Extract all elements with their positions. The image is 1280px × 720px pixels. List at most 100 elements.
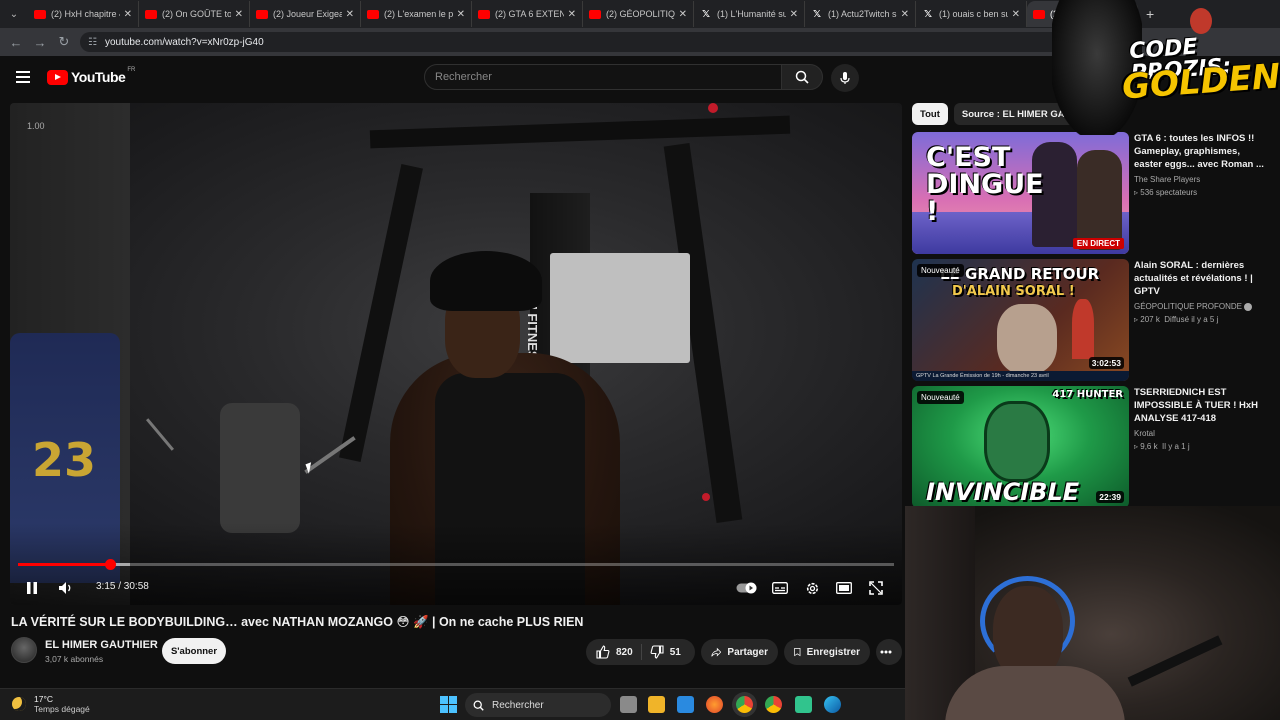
progress-bar[interactable] bbox=[18, 559, 894, 570]
subtitles-button[interactable] bbox=[770, 577, 790, 599]
tab-close-icon[interactable]: ✕ bbox=[346, 9, 354, 20]
subscribe-button[interactable]: S'abonner bbox=[162, 638, 226, 664]
forward-icon[interactable]: → bbox=[28, 35, 52, 50]
store-icon[interactable] bbox=[677, 696, 694, 713]
upload-age: Il y a 1 j bbox=[1162, 442, 1190, 451]
browser-tab[interactable]: (2) On GOÛTE tous ✕ bbox=[139, 1, 250, 27]
task-view-icon[interactable] bbox=[620, 696, 637, 713]
chip-all[interactable]: Tout bbox=[912, 103, 948, 125]
webcam-overlay bbox=[905, 506, 1280, 720]
tab-title: (2) L'examen le plus bbox=[384, 9, 453, 19]
voice-search-button[interactable] bbox=[831, 64, 859, 92]
tab-close-icon[interactable]: ✕ bbox=[457, 9, 465, 20]
scrubber-handle[interactable] bbox=[104, 559, 116, 570]
back-icon[interactable]: ← bbox=[4, 35, 28, 50]
thumbnail-corner-text: 417 HUNTER bbox=[1052, 389, 1123, 400]
browser-tab[interactable]: (2) HxH chapitre 417 ✕ bbox=[28, 1, 139, 27]
scene-red-light bbox=[708, 103, 718, 113]
thumbnail-caption: C'EST DINGUE ! bbox=[926, 142, 1044, 227]
recommendation-channel[interactable]: Krotal bbox=[1134, 429, 1269, 438]
mute-button[interactable] bbox=[56, 577, 76, 599]
scene-red-light bbox=[702, 493, 710, 501]
recommendation-channel[interactable]: GÉOPOLITIQUE PROFONDE bbox=[1134, 302, 1269, 311]
browser-tab[interactable]: 𝕏 (1) ouais c ben sur ✕ bbox=[916, 1, 1027, 27]
recommendation-views: ▹ 207 k Diffusé il y a 5 j bbox=[1134, 315, 1219, 324]
tab-search-icon[interactable]: ⌄ bbox=[0, 0, 28, 28]
channel-avatar[interactable] bbox=[11, 637, 37, 663]
channel-name[interactable]: EL HIMER GAUTHIER bbox=[45, 639, 158, 651]
browser-tab[interactable]: 𝕏 (1) L'Humanité sur ✕ bbox=[694, 1, 805, 27]
site-info-icon[interactable]: ☷ bbox=[88, 37, 97, 48]
fullscreen-button[interactable] bbox=[866, 577, 886, 599]
settings-button[interactable] bbox=[802, 577, 822, 599]
edge-icon[interactable] bbox=[824, 696, 841, 713]
tab-title: (2) GÉOPOLITIQUE bbox=[606, 9, 675, 19]
tab-close-icon[interactable]: ✕ bbox=[679, 9, 687, 20]
bookmark-icon bbox=[794, 648, 801, 657]
tab-close-icon[interactable]: ✕ bbox=[790, 9, 798, 20]
country-code: FR bbox=[127, 67, 136, 73]
tab-close-icon[interactable]: ✕ bbox=[901, 9, 909, 20]
recommendation-item[interactable]: C'EST DINGUE ! EN DIRECT GTA 6 : toutes … bbox=[912, 132, 1272, 254]
recommendation-title[interactable]: GTA 6 : toutes les INFOS !! Gameplay, gr… bbox=[1134, 132, 1269, 171]
menu-icon[interactable] bbox=[16, 71, 30, 83]
url-field[interactable]: ☷ youtube.com/watch?v=xNr0zp-jG40 bbox=[80, 32, 1080, 52]
weather-widget[interactable]: 17°C Temps dégagé bbox=[12, 694, 90, 714]
save-button[interactable]: Enregistrer bbox=[784, 639, 870, 665]
youtube-logo[interactable]: YouTube FR bbox=[47, 67, 136, 85]
theater-mode-icon bbox=[836, 582, 852, 594]
recommendation-title[interactable]: Alain SORAL : dernières actualités et ré… bbox=[1134, 259, 1269, 298]
share-label: Partager bbox=[727, 646, 768, 658]
dislike-button[interactable]: 51 bbox=[650, 645, 681, 659]
reload-icon[interactable]: ↻ bbox=[52, 34, 76, 50]
autoplay-toggle[interactable] bbox=[736, 577, 758, 599]
tab-close-icon[interactable]: ✕ bbox=[1012, 9, 1020, 20]
firefox-icon[interactable] bbox=[706, 696, 723, 713]
windows-start-icon[interactable] bbox=[440, 696, 457, 713]
volume-icon bbox=[59, 582, 71, 594]
like-count: 820 bbox=[616, 646, 633, 658]
like-dislike-group: 820 51 bbox=[586, 639, 695, 665]
taskbar-search[interactable]: Rechercher bbox=[465, 693, 611, 717]
browser-tab[interactable]: (2) GÉOPOLITIQUE ✕ bbox=[583, 1, 694, 27]
video-thumbnail[interactable]: C'EST DINGUE ! EN DIRECT bbox=[912, 132, 1129, 254]
like-button[interactable]: 820 bbox=[596, 645, 633, 659]
recommendation-meta: Alain SORAL : dernières actualités et ré… bbox=[1134, 259, 1269, 324]
thumbnail-face bbox=[997, 304, 1057, 374]
recommendation-item[interactable]: 417 HUNTER INVINCIBLE Nouveauté 22:39 TS… bbox=[912, 386, 1272, 508]
search-button[interactable] bbox=[781, 64, 823, 90]
pause-button[interactable] bbox=[22, 577, 42, 599]
scene-bucket-hat bbox=[430, 251, 542, 311]
chrome-icon[interactable] bbox=[765, 696, 782, 713]
progress-fill bbox=[18, 563, 110, 566]
recommendation-channel[interactable]: The Share Players bbox=[1134, 175, 1269, 184]
theater-mode-button[interactable] bbox=[834, 577, 854, 599]
moon-icon bbox=[12, 697, 26, 711]
search-input[interactable]: Rechercher bbox=[424, 64, 782, 90]
recommendation-item[interactable]: LE GRAND RETOUR D'ALAIN SORAL ! GPTV La … bbox=[912, 259, 1272, 381]
browser-tab[interactable]: (2) Joueur Exigeant ✕ bbox=[250, 1, 361, 27]
video-thumbnail[interactable]: LE GRAND RETOUR D'ALAIN SORAL ! GPTV La … bbox=[912, 259, 1129, 381]
tab-close-icon[interactable]: ✕ bbox=[568, 9, 576, 20]
browser-tab[interactable]: (2) GTA 6 EXTENDED ✕ bbox=[472, 1, 583, 27]
video-thumbnail[interactable]: 417 HUNTER INVINCIBLE Nouveauté 22:39 bbox=[912, 386, 1129, 508]
app-icon[interactable] bbox=[795, 696, 812, 713]
tab-title: (2) GTA 6 EXTENDED bbox=[495, 9, 564, 19]
more-actions-button[interactable] bbox=[876, 639, 902, 665]
fullscreen-icon bbox=[869, 581, 883, 595]
tab-close-icon[interactable]: ✕ bbox=[235, 9, 243, 20]
youtube-favicon-icon bbox=[256, 9, 268, 19]
recommendation-title[interactable]: TSERRIEDNICH EST IMPOSSIBLE À TUER ! HxH… bbox=[1134, 386, 1269, 425]
browser-tab[interactable]: 𝕏 (1) Actu2Twitch sur ✕ bbox=[805, 1, 916, 27]
tab-close-icon[interactable]: ✕ bbox=[124, 9, 132, 20]
youtube-favicon-icon bbox=[589, 9, 601, 19]
file-explorer-icon[interactable] bbox=[648, 696, 665, 713]
share-button[interactable]: Partager bbox=[701, 639, 778, 665]
more-horizontal-icon bbox=[880, 650, 892, 654]
player-controls: 3:15 / 30:58 bbox=[10, 573, 902, 603]
chrome-icon[interactable] bbox=[736, 696, 753, 713]
browser-tab[interactable]: (2) L'examen le plus ✕ bbox=[361, 1, 472, 27]
logo-text: YouTube bbox=[71, 69, 126, 85]
video-player[interactable]: 23 F&H FITNES 1.00 3:15 / 30:58 bbox=[10, 103, 902, 605]
recommendation-meta: TSERRIEDNICH EST IMPOSSIBLE À TUER ! HxH… bbox=[1134, 386, 1269, 451]
